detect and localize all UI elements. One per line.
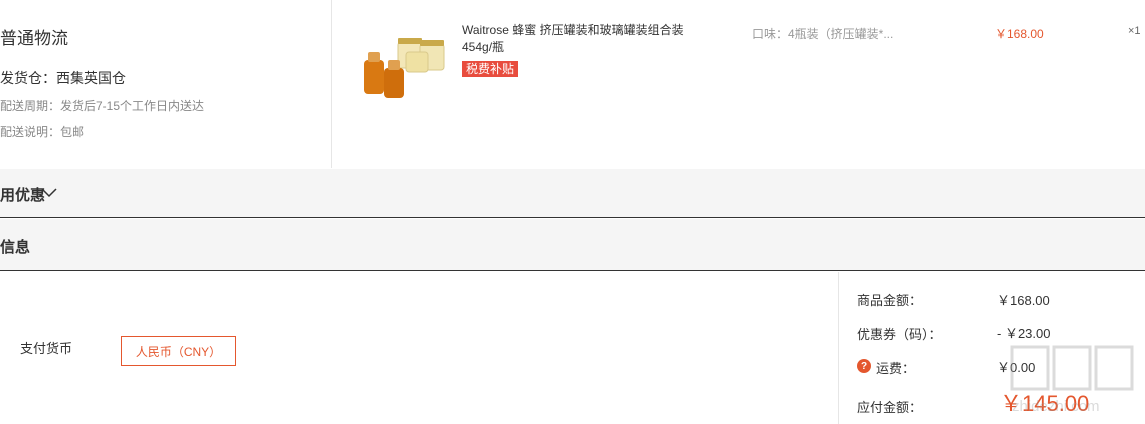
shipping-fee-label: 运费： [876, 361, 916, 376]
delivery-period: 配送周期：发货后7-15个工作日内送达 [0, 99, 205, 113]
product-flavor: 口味：4瓶装（挤压罐装*... [752, 27, 894, 41]
product-quantity: ×1 [1128, 25, 1141, 37]
tax-subsidy-badge: 税费补贴 [462, 61, 519, 77]
payment-currency-label: 支付货币 [20, 341, 73, 356]
chevron-down-icon[interactable] [41, 186, 57, 198]
goods-amount-label: 商品金额： [857, 293, 923, 308]
coupon-label: 优惠券（码）： [857, 327, 942, 342]
discount-section[interactable] [0, 169, 1145, 218]
product-price: ￥168.00 [995, 27, 1044, 41]
discount-title[interactable]: 用优惠 [0, 184, 45, 205]
total-amount-label: 应付金额： [857, 400, 923, 415]
delivery-note: 配送说明：包邮 [0, 125, 85, 139]
currency-option-button[interactable]: 人民币（CNY） [121, 336, 236, 366]
help-icon[interactable]: ? [857, 359, 871, 373]
shipping-method: 普通物流 [0, 29, 68, 48]
watermark-text: zhidezhi.com [1012, 398, 1100, 415]
info-title: 信息 [0, 239, 31, 256]
watermark-logo: zhidezhi.com [1008, 343, 1138, 418]
info-section [0, 219, 1145, 271]
goods-amount-value: ￥168.00 [997, 293, 1050, 308]
summary-divider [838, 272, 839, 424]
product-name[interactable]: Waitrose 蜂蜜 挤压罐装和玻璃罐装组合装 454g/瓶 [462, 22, 692, 56]
product-image[interactable] [358, 28, 450, 100]
coupon-value: - ￥23.00 [997, 326, 1051, 341]
warehouse-info: 发货仓：西集英国仓 [0, 70, 126, 86]
